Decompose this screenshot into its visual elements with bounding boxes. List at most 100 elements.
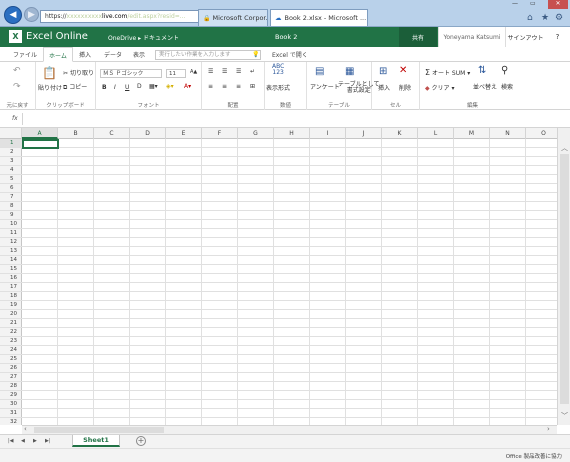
signout-link[interactable]: サインアウト xyxy=(505,27,545,47)
align-left-icon[interactable]: ≡ xyxy=(208,83,213,90)
row-header-3[interactable]: 3 xyxy=(0,157,22,166)
number-format-button[interactable]: 表示形式 xyxy=(266,83,290,92)
scroll-left-icon[interactable]: ‹ xyxy=(24,425,27,433)
forward-button[interactable]: ▶ xyxy=(24,7,39,22)
row-header-13[interactable]: 13 xyxy=(0,247,22,256)
paste-button[interactable]: 貼り付け xyxy=(38,83,62,92)
sheet-tab-sheet1[interactable]: Sheet1 xyxy=(72,435,120,447)
maximize-icon[interactable]: ▭ xyxy=(530,0,536,9)
tab-home[interactable]: ホーム xyxy=(43,47,73,62)
binoculars-icon[interactable]: ⚲ xyxy=(501,65,508,76)
column-header-d[interactable]: D xyxy=(130,128,166,139)
survey-icon[interactable]: ▤ xyxy=(315,66,324,77)
row-header-2[interactable]: 2 xyxy=(0,148,22,157)
favorites-icon[interactable]: ★ xyxy=(541,13,549,23)
column-header-o[interactable]: O xyxy=(526,128,557,139)
align-top-icon[interactable]: ☰ xyxy=(208,68,213,75)
column-header-c[interactable]: C xyxy=(94,128,130,139)
row-header-14[interactable]: 14 xyxy=(0,256,22,265)
settings-gear-icon[interactable]: ⚙ xyxy=(555,13,563,23)
scroll-down-icon[interactable]: ﹀ xyxy=(561,411,568,421)
home-icon[interactable]: ⌂ xyxy=(527,13,533,23)
column-header-h[interactable]: H xyxy=(274,128,310,139)
tab-data[interactable]: データ xyxy=(104,50,122,59)
app-name[interactable]: Excel Online xyxy=(26,31,88,42)
copy-button[interactable]: ⧉ コピー xyxy=(63,82,87,92)
delete-cells-button[interactable]: 削除 xyxy=(399,83,411,92)
next-sheet-icon[interactable]: ▶ xyxy=(33,438,37,444)
share-button[interactable]: 共有 xyxy=(399,27,437,47)
column-header-l[interactable]: L xyxy=(418,128,454,139)
row-header-17[interactable]: 17 xyxy=(0,283,22,292)
clear-button[interactable]: ◆ クリア ▾ xyxy=(425,83,454,92)
number-format-icon[interactable]: ABC 123 xyxy=(272,64,284,76)
align-center-icon[interactable]: ≡ xyxy=(222,83,227,90)
browser-tab-excel[interactable]: ☁ Book 2.xlsx - Microsoft ... ✕ xyxy=(270,9,368,26)
underline-button[interactable]: U xyxy=(125,84,129,91)
grow-font-icon[interactable]: A▲ xyxy=(190,69,197,75)
row-header-18[interactable]: 18 xyxy=(0,292,22,301)
select-all-corner[interactable] xyxy=(0,128,22,139)
workbook-title[interactable]: Book 2 xyxy=(275,33,297,41)
row-header-4[interactable]: 4 xyxy=(0,166,22,175)
wrap-text-icon[interactable]: ↵ xyxy=(250,68,255,75)
scroll-up-icon[interactable]: ︿ xyxy=(561,143,568,153)
cell-area[interactable] xyxy=(22,139,557,425)
row-header-26[interactable]: 26 xyxy=(0,364,22,373)
row-header-24[interactable]: 24 xyxy=(0,346,22,355)
font-color-icon[interactable]: A▾ xyxy=(184,83,191,90)
horizontal-scrollbar[interactable]: ‹ › xyxy=(22,425,557,434)
survey-button[interactable]: アンケート xyxy=(310,82,340,91)
row-header-32[interactable]: 32 xyxy=(0,418,22,425)
tab-view[interactable]: 表示 xyxy=(133,50,145,59)
sort-button[interactable]: 並べ替え xyxy=(473,82,497,91)
column-header-f[interactable]: F xyxy=(202,128,238,139)
row-header-9[interactable]: 9 xyxy=(0,211,22,220)
row-header-31[interactable]: 31 xyxy=(0,409,22,418)
back-button[interactable]: ◀ xyxy=(4,6,22,24)
merge-cells-icon[interactable]: ⊞ xyxy=(250,83,255,90)
find-button[interactable]: 検索 xyxy=(501,82,513,91)
insert-cells-icon[interactable]: ⊞ xyxy=(379,66,387,77)
row-header-30[interactable]: 30 xyxy=(0,400,22,409)
column-header-i[interactable]: I xyxy=(310,128,346,139)
row-header-8[interactable]: 8 xyxy=(0,202,22,211)
tell-me-input[interactable]: 実行したい作業を入力します xyxy=(155,50,261,60)
column-header-e[interactable]: E xyxy=(166,128,202,139)
breadcrumb[interactable]: OneDrive ▸ ドキュメント xyxy=(108,33,179,42)
vertical-scroll-thumb[interactable] xyxy=(560,154,569,404)
delete-cells-icon[interactable]: ✕ xyxy=(399,65,407,76)
feedback-link[interactable]: Office 製品改善に協力 xyxy=(506,452,562,460)
font-name-select[interactable]: ＭＳ Ｐゴシック xyxy=(100,69,162,78)
undo-icon[interactable]: ↶ xyxy=(13,66,21,76)
align-middle-icon[interactable]: ☰ xyxy=(222,68,227,75)
autosum-button[interactable]: Σ オート SUM ▾ xyxy=(425,68,470,77)
align-right-icon[interactable]: ≡ xyxy=(236,83,241,90)
italic-button[interactable]: I xyxy=(114,84,116,91)
redo-icon[interactable]: ↷ xyxy=(13,82,21,92)
column-header-k[interactable]: K xyxy=(382,128,418,139)
sort-icon[interactable]: ⇅ xyxy=(478,65,486,76)
column-header-g[interactable]: G xyxy=(238,128,274,139)
font-size-select[interactable]: 11 xyxy=(166,69,186,78)
close-window-icon[interactable]: ✕ xyxy=(548,0,568,9)
insert-cells-button[interactable]: 挿入 xyxy=(378,83,390,92)
minimize-icon[interactable]: — xyxy=(512,0,518,9)
row-header-29[interactable]: 29 xyxy=(0,391,22,400)
help-button[interactable]: ? xyxy=(545,27,570,47)
row-header-25[interactable]: 25 xyxy=(0,355,22,364)
format-table-icon[interactable]: ▦ xyxy=(345,66,354,77)
row-header-12[interactable]: 12 xyxy=(0,238,22,247)
row-header-15[interactable]: 15 xyxy=(0,265,22,274)
row-header-23[interactable]: 23 xyxy=(0,337,22,346)
row-header-10[interactable]: 10 xyxy=(0,220,22,229)
column-header-a[interactable]: A xyxy=(22,128,58,139)
row-header-28[interactable]: 28 xyxy=(0,382,22,391)
column-header-m[interactable]: M xyxy=(454,128,490,139)
row-header-7[interactable]: 7 xyxy=(0,193,22,202)
scroll-right-icon[interactable]: › xyxy=(547,425,550,433)
user-name[interactable]: Yoneyama Katsumi xyxy=(438,27,505,47)
vertical-scrollbar[interactable]: ︿ ﹀ xyxy=(557,128,570,425)
browser-tab-microsoft[interactable]: 🔒 Microsoft Corpor... xyxy=(198,9,268,26)
align-bottom-icon[interactable]: ☰ xyxy=(236,68,241,75)
